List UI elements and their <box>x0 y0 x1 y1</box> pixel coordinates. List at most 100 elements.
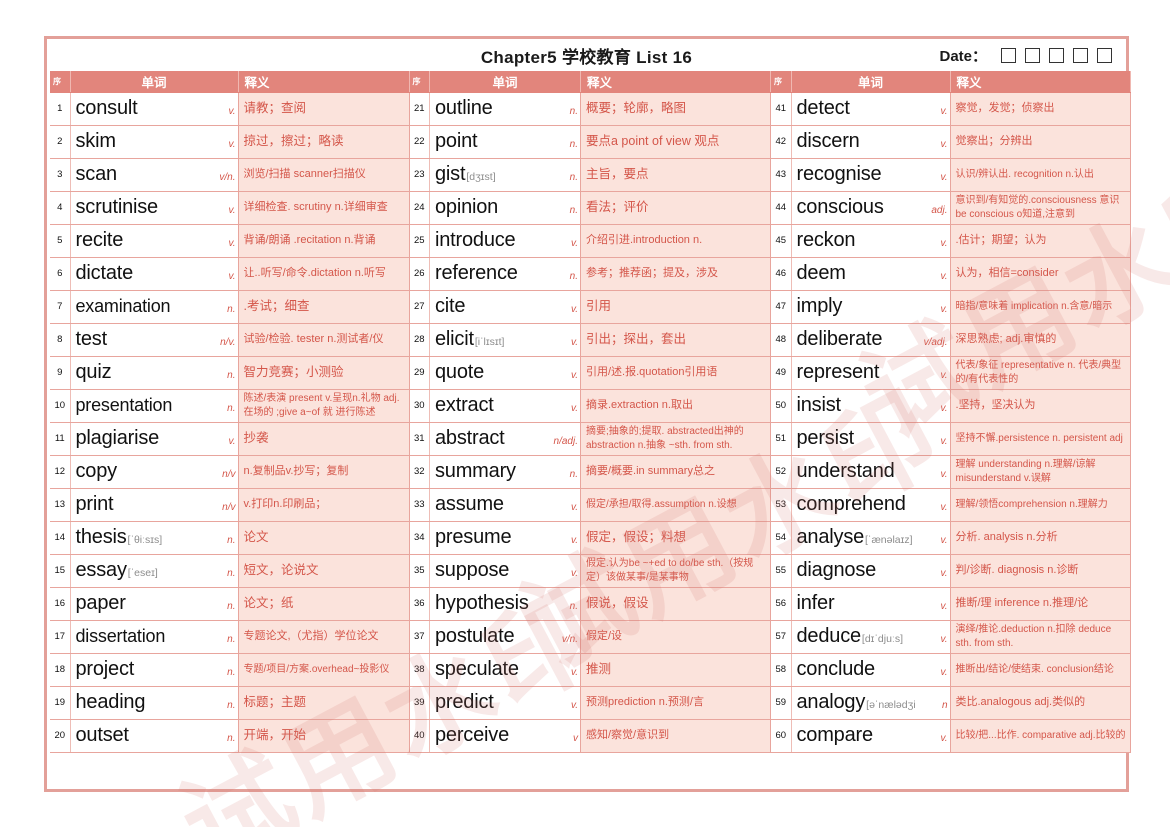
column-header-index: 序 <box>50 71 71 93</box>
table-row: 24 opinion n. 看法；评价 <box>409 191 771 225</box>
date-checkbox-group[interactable] <box>1001 47 1112 63</box>
definition-cell: 看法；评价 <box>580 191 771 225</box>
table-row: 26 reference n. 参考；推荐函；提及，涉及 <box>409 257 771 291</box>
vocabulary-word-cell: outline n. <box>429 92 581 126</box>
definition-cell: 摘要;抽象的;提取. abstracted出神的 abstraction n.抽… <box>580 422 771 456</box>
part-of-speech: v. <box>940 238 948 249</box>
part-of-speech: n. <box>569 139 578 150</box>
vocabulary-word: outset <box>75 724 129 746</box>
row-index: 28 <box>409 323 430 357</box>
phonetic-transcription: [ˈeseɪ] <box>127 567 158 579</box>
vocabulary-word-cell: deliberate v/adj. <box>791 323 951 357</box>
part-of-speech: v. <box>940 535 948 546</box>
row-index: 2 <box>50 125 71 159</box>
vocabulary-word-cell: deduce [dɪˈdjuːs] v. <box>791 620 951 654</box>
date-checkbox[interactable] <box>1001 47 1016 63</box>
part-of-speech: n. <box>569 271 578 282</box>
part-of-speech: v. <box>940 568 948 579</box>
part-of-speech: v. <box>570 667 578 678</box>
definition-cell: 理解/领悟comprehension n.理解力 <box>950 488 1131 522</box>
definition-cell: 假定/设 <box>580 620 771 654</box>
row-index: 22 <box>409 125 430 159</box>
vocabulary-word-cell: represent v. <box>791 356 951 390</box>
vocabulary-word: comprehend <box>796 493 906 515</box>
table-row: 23 gist [dʒɪst] n. 主旨，要点 <box>409 158 771 192</box>
vocabulary-word: scan <box>75 163 118 185</box>
vocabulary-word: understand <box>796 460 895 482</box>
vocabulary-table-3: 序 单词 释义 41 detect v. 察觉，发觉；侦察出 42 discern v. 觉察… <box>771 71 1131 753</box>
definition-cell: 专题论文,（尤指）学位论文 <box>238 620 410 654</box>
date-checkbox[interactable] <box>1025 47 1040 63</box>
date-checkbox[interactable] <box>1073 47 1088 63</box>
part-of-speech: n. <box>569 469 578 480</box>
vocabulary-table-1: 序 单词 释义 1 consult v. 请教；查阅 2 skim v. 掠过，擦过；略读 3 s… <box>50 71 410 753</box>
part-of-speech: v. <box>940 304 948 315</box>
vocabulary-word-cell: skim v. <box>70 125 239 159</box>
vocabulary-word-cell: imply v. <box>791 290 951 324</box>
table-row: 11 plagiarise v. 抄袭 <box>50 422 410 456</box>
row-index: 54 <box>771 521 792 555</box>
definition-cell: 智力竞赛；小测验 <box>238 356 410 390</box>
part-of-speech: n. <box>227 403 236 414</box>
vocabulary-word-cell: quote v. <box>429 356 581 390</box>
row-index: 25 <box>409 224 430 258</box>
table-row: 37 postulate v/n. 假定/设 <box>409 620 771 654</box>
definition-cell: 分析. analysis n.分析 <box>950 521 1131 555</box>
part-of-speech: adj. <box>931 205 948 216</box>
vocabulary-table-2: 序 单词 释义 21 outline n. 概要；轮廓，略图 22 point n. 要点a … <box>409 71 771 753</box>
vocabulary-word: perceive <box>435 724 509 746</box>
part-of-speech: v/n. <box>219 172 236 183</box>
definition-cell: 假定，假设；料想 <box>580 521 771 555</box>
row-index: 52 <box>771 455 792 489</box>
row-index: 27 <box>409 290 430 324</box>
table-row: 53 comprehend v. 理解/领悟comprehension n.理解力 <box>771 488 1131 522</box>
vocabulary-rows-1: 1 consult v. 请教；查阅 2 skim v. 掠过，擦过；略读 3 scan v/n. 浏… <box>50 92 410 753</box>
definition-cell: 假定.认为be ~+ed to do/be sth.（按规定）该做某事/是某事物 <box>580 554 771 588</box>
part-of-speech: n <box>941 700 948 711</box>
row-index: 29 <box>409 356 430 390</box>
definition-cell: 暗指/意味着 implication n.含意/暗示 <box>950 290 1131 324</box>
vocabulary-word-cell: perceive v <box>429 719 581 753</box>
row-index: 8 <box>50 323 71 357</box>
vocabulary-word: assume <box>435 493 504 515</box>
table-row: 14 thesis [ˈθiːsɪs] n. 论文 <box>50 521 410 555</box>
definition-cell: 陈述/表演 present v.呈现n.礼物 adj.在场的 ;give a~o… <box>238 389 410 423</box>
row-index: 3 <box>50 158 71 192</box>
definition-cell: 引用/述.报.quotation引用语 <box>580 356 771 390</box>
table-row: 21 outline n. 概要；轮廓，略图 <box>409 92 771 126</box>
row-index: 11 <box>50 422 71 456</box>
definition-cell: 类比.analogous adj.类似的 <box>950 686 1131 720</box>
vocabulary-word-cell: paper n. <box>70 587 239 621</box>
table-row: 1 consult v. 请教；查阅 <box>50 92 410 126</box>
vocabulary-word-cell: detect v. <box>791 92 951 126</box>
row-index: 13 <box>50 488 71 522</box>
table-row: 31 abstract n/adj. 摘要;抽象的;提取. abstracted出神的… <box>409 422 771 456</box>
definition-cell: 引出；探出，套出 <box>580 323 771 357</box>
definition-cell: 背诵/朗诵 .recitation n.背诵 <box>238 224 410 258</box>
part-of-speech: n. <box>227 667 236 678</box>
column-header-word: 单词 <box>429 71 581 93</box>
date-checkbox[interactable] <box>1049 47 1064 63</box>
row-index: 47 <box>771 290 792 324</box>
vocabulary-word: scrutinise <box>75 196 159 218</box>
part-of-speech: v. <box>940 139 948 150</box>
row-index: 4 <box>50 191 71 225</box>
date-checkbox[interactable] <box>1097 47 1112 63</box>
phonetic-transcription: [dʒɪst] <box>466 171 496 183</box>
part-of-speech: v. <box>940 172 948 183</box>
table-row: 54 analyse [ˈænəlaɪz] v. 分析. analysis n.分析 <box>771 521 1131 555</box>
definition-cell: 短文，论说文 <box>238 554 410 588</box>
vocabulary-word: test <box>75 328 108 350</box>
definition-cell: 主旨，要点 <box>580 158 771 192</box>
row-index: 19 <box>50 686 71 720</box>
table-row: 48 deliberate v/adj. 深思熟虑; adj.审慎的 <box>771 323 1131 357</box>
part-of-speech: v. <box>940 403 948 414</box>
definition-cell: 请教；查阅 <box>238 92 410 126</box>
column-header-definition: 释义 <box>950 71 1131 93</box>
definition-cell: 假定/承担/取得.assumption n.设想 <box>580 488 771 522</box>
part-of-speech: v. <box>570 238 578 249</box>
table-row: 39 predict v. 预测prediction n.预测/言 <box>409 686 771 720</box>
row-index: 51 <box>771 422 792 456</box>
definition-cell: 演绎/推论.deduction n.扣除 deduce sth. from st… <box>950 620 1131 654</box>
row-index: 30 <box>409 389 430 423</box>
